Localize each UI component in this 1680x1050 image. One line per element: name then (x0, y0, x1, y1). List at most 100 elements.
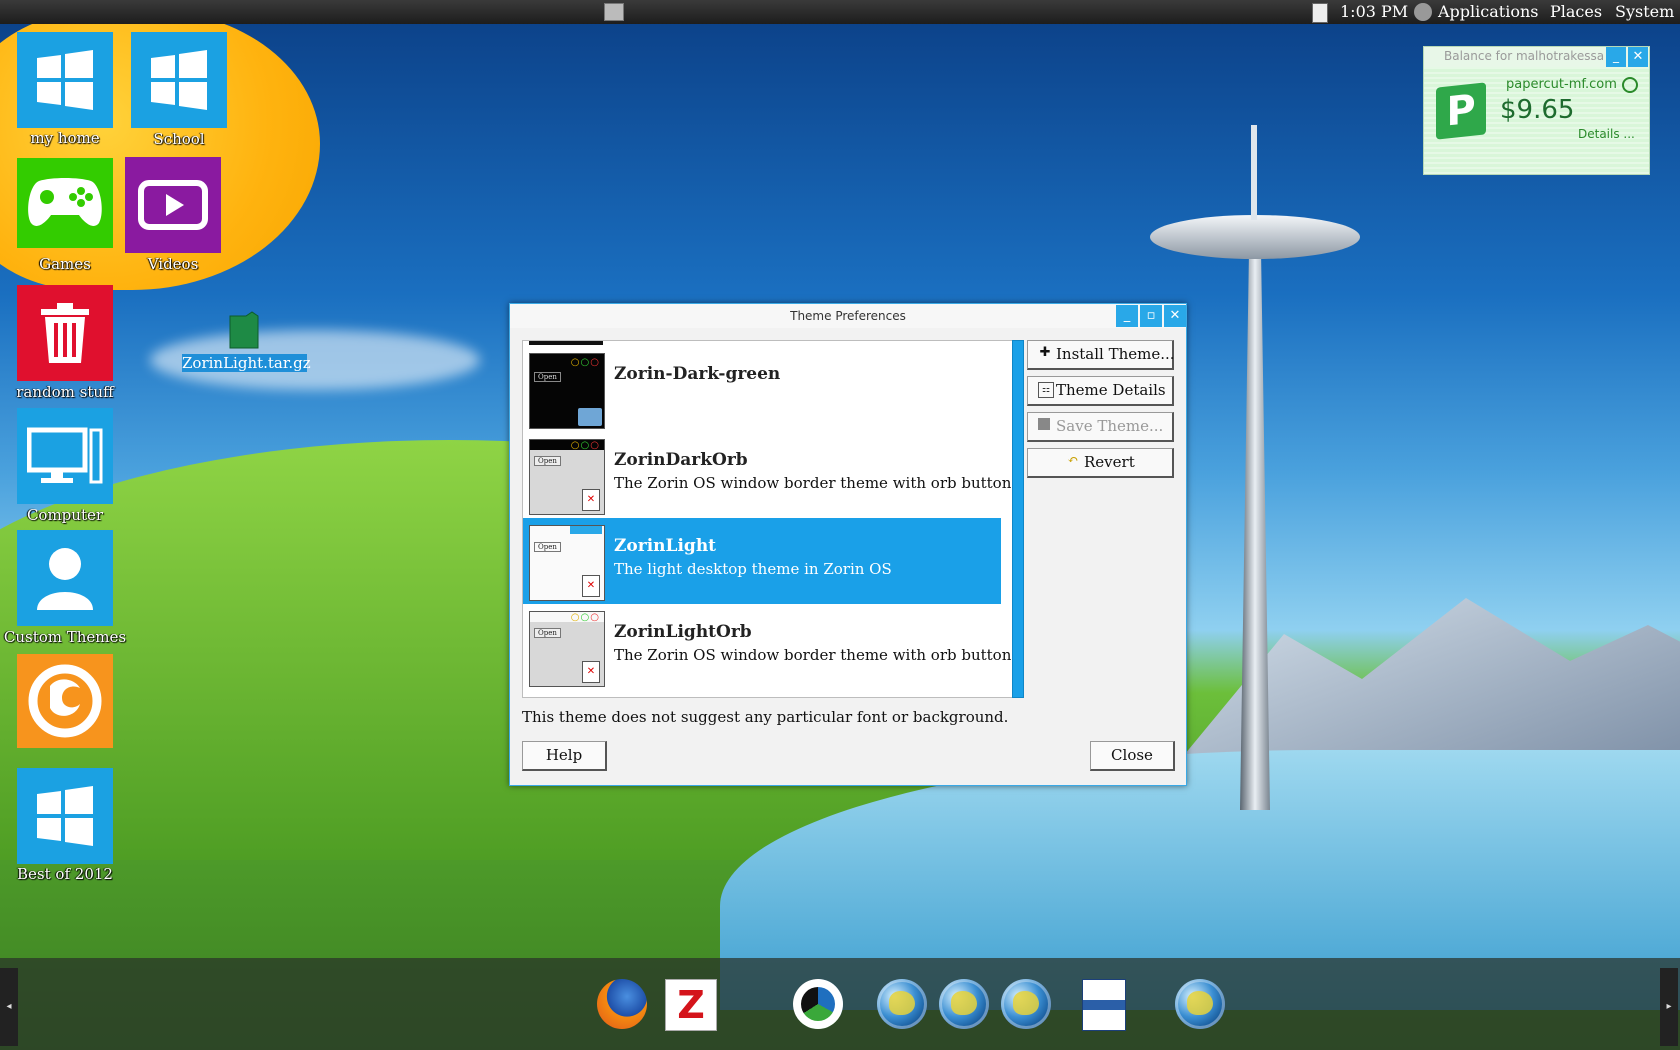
theme-list-scrollbar[interactable] (1012, 340, 1024, 698)
save-theme-button[interactable]: Save Theme... (1027, 412, 1174, 442)
error-doc-icon: ✕ (582, 575, 600, 597)
desktop-icon-custom-themes[interactable] (17, 530, 113, 626)
theme-details-label: Theme Details (1056, 381, 1166, 399)
desktop-icon-best-of-2012[interactable] (17, 768, 113, 864)
window-titlebar[interactable]: Theme Preferences _ ▫ ✕ (510, 304, 1186, 328)
play-icon (138, 180, 208, 230)
theme-description: The light desktop theme in Zorin OS (614, 560, 892, 578)
thumb-window-buttons (570, 526, 602, 534)
gnome-foot-icon[interactable] (1414, 3, 1432, 21)
help-button[interactable]: Help (522, 741, 607, 771)
desktop-icon-label: Best of 2012 (17, 865, 113, 883)
space-needle-spire (1251, 125, 1257, 220)
details-icon: ⚏ (1038, 382, 1054, 398)
menu-system[interactable]: System (1615, 2, 1674, 21)
desktop-icon-school[interactable] (131, 32, 227, 128)
widget-details-link[interactable]: Details ... (1578, 127, 1635, 141)
install-theme-button[interactable]: ✚ Install Theme... (1027, 340, 1175, 370)
widget-site: papercut-mf.com (1506, 77, 1617, 92)
globe-icon[interactable] (1001, 979, 1051, 1029)
document-icon[interactable] (1082, 979, 1126, 1031)
error-doc-icon: ✕ (582, 489, 600, 511)
widget-minimize-button[interactable]: _ (1606, 47, 1626, 67)
thumb-orb-icons: ○○○ (570, 357, 600, 368)
theme-row-zorinlightorb[interactable]: ○○○ Open ✕ ZorinLightOrb The Zorin OS wi… (523, 604, 1013, 690)
folder-icon[interactable] (604, 3, 624, 21)
globe-icon[interactable] (939, 979, 989, 1029)
desktop-icon-label: Videos (147, 255, 199, 273)
desktop-icon-my-home[interactable] (17, 32, 113, 128)
list-top-cutoff (529, 341, 603, 345)
widget-titlebar: Balance for malhotrakessa _ ✕ (1424, 47, 1649, 67)
theme-thumbnail: ○○○ Open (529, 353, 605, 429)
install-theme-label: Install Theme... (1056, 345, 1175, 363)
thumb-open-label: Open (534, 372, 561, 382)
dock-scroll-right-icon[interactable]: ▸ (1660, 968, 1678, 1046)
desktop-icon-label: Custom Themes (3, 628, 127, 646)
theme-info-text: This theme does not suggest any particul… (522, 708, 1009, 726)
globe-icon[interactable] (1175, 979, 1225, 1029)
theme-thumbnail: Open ✕ (529, 525, 605, 601)
verified-icon (1622, 77, 1638, 93)
error-doc-icon: ✕ (582, 661, 600, 683)
archive-icon (229, 311, 259, 349)
revert-button[interactable]: ↶ Revert (1027, 448, 1174, 478)
theme-thumbnail: ○○○ Open ✕ (529, 611, 605, 687)
desktop-icon-label: Games (39, 255, 91, 273)
thumb-orb-icons: ○○○ (570, 612, 600, 623)
theme-row-zorin-dark-green[interactable]: ○○○ Open Zorin-Dark-green (523, 346, 1001, 432)
theme-name: Zorin-Dark-green (614, 364, 781, 384)
windows-logo-icon (37, 50, 93, 110)
desktop-icon-random-stuff[interactable] (17, 285, 113, 381)
theme-name: ZorinDarkOrb (614, 450, 748, 470)
plus-icon: ✚ (1039, 345, 1051, 360)
desktop-icon-games[interactable] (17, 158, 113, 248)
close-window-button[interactable]: ✕ (1164, 305, 1186, 327)
theme-name: ZorinLight (614, 536, 717, 556)
save-theme-label: Save Theme... (1056, 417, 1164, 435)
theme-preferences-window: Theme Preferences _ ▫ ✕ ○○○ Open Zorin-D… (509, 303, 1187, 786)
menu-applications[interactable]: Applications (1438, 2, 1538, 21)
widget-close-button[interactable]: ✕ (1628, 47, 1648, 67)
theme-description: The Zorin OS window border theme with or… (614, 646, 1014, 664)
floppy-icon (1038, 418, 1050, 430)
user-icon (37, 548, 93, 610)
desktop-icon-computer[interactable] (17, 408, 113, 504)
maximize-button[interactable]: ▫ (1140, 305, 1162, 327)
minimize-button[interactable]: _ (1116, 305, 1138, 327)
theme-thumbnail: ○○○ Open ✕ (529, 439, 605, 515)
theme-row-zorindarkorb[interactable]: ○○○ Open ✕ ZorinDarkOrb The Zorin OS win… (523, 432, 1013, 518)
desktop-icon-label: School (153, 130, 205, 148)
computer-icon (27, 427, 103, 484)
balance-widget: Balance for malhotrakessa _ ✕ P papercut… (1423, 46, 1650, 175)
game-controller-icon (28, 178, 102, 226)
thumb-open-label: Open (534, 542, 561, 552)
windows-logo-icon (37, 786, 93, 846)
desktop-icon-label: random stuff (16, 383, 114, 401)
theme-list[interactable]: ○○○ Open Zorin-Dark-green ○○○ Open ✕ Zor… (522, 340, 1014, 698)
undo-icon: ↶ (1067, 453, 1079, 468)
theme-description: The Zorin OS window border theme with or… (614, 474, 1014, 492)
tri-swirl-icon[interactable] (793, 979, 843, 1029)
top-panel: 1:03 PM Applications Places System (0, 0, 1680, 24)
desktop-file-zorinlight[interactable] (224, 310, 264, 350)
theme-row-zorinlight[interactable]: Open ✕ ZorinLight The light desktop them… (523, 518, 1001, 604)
space-needle-top (1150, 215, 1360, 259)
notes-icon[interactable] (1312, 3, 1328, 23)
firefox-icon[interactable] (597, 979, 647, 1029)
filezilla-icon[interactable]: Z (665, 979, 717, 1031)
desktop-icon-label: Computer (26, 506, 104, 524)
desktop-icon-firefox[interactable] (17, 654, 113, 748)
theme-details-button[interactable]: ⚏ Theme Details (1027, 376, 1174, 406)
papercut-logo-icon: P (1436, 82, 1486, 140)
windows-logo-icon (151, 50, 207, 110)
widget-title: Balance for malhotrakessa (1444, 49, 1604, 63)
theme-name: ZorinLightOrb (614, 622, 752, 642)
menu-places[interactable]: Places (1550, 2, 1602, 21)
clock[interactable]: 1:03 PM (1340, 2, 1408, 21)
desktop-file-label[interactable]: ZorinLight.tar.gz (182, 354, 311, 372)
globe-icon[interactable] (877, 979, 927, 1029)
close-button[interactable]: Close (1090, 741, 1175, 771)
desktop-icon-videos[interactable] (125, 157, 221, 253)
dock-scroll-left-icon[interactable]: ◂ (0, 968, 18, 1046)
